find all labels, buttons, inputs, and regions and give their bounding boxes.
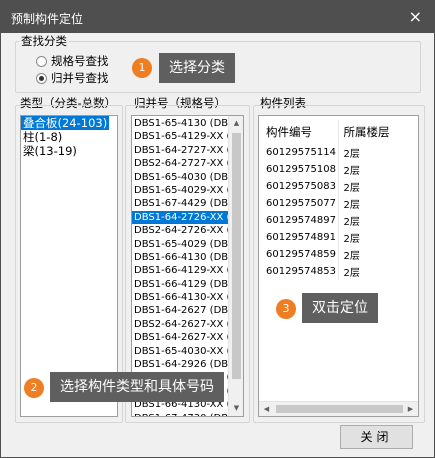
group-list-item[interactable]: DBS1-66-4129 (DBS — [132, 278, 228, 291]
table-row[interactable]: 60129574897 2层 — [261, 212, 408, 229]
radio-circle-icon[interactable] — [36, 55, 47, 67]
window-title: 预制构件定位 — [11, 12, 84, 26]
group-list-item[interactable]: DBS1-65-4030-XX (DB — [132, 345, 228, 358]
scroll-right-icon[interactable]: ▶ — [403, 402, 418, 416]
cell-floor: 2层 — [343, 183, 360, 194]
search-mode-legend: 查找分类 — [21, 34, 67, 48]
group-list-item[interactable]: DBS1-64-2926 (DBS — [132, 358, 228, 371]
table-header-row: 构件编号 所属楼层 — [261, 120, 408, 144]
group-list-item[interactable]: DBS1-67-4429 (DBS — [132, 197, 228, 210]
table-row[interactable]: 60129575114 2层 — [261, 144, 408, 161]
group-list-item[interactable]: DBS1-65-4029-XX (DB — [132, 184, 228, 197]
table-row[interactable]: 60129574859 2层 — [261, 246, 408, 263]
component-table[interactable]: 构件编号 所属楼层 60129575114 2层 60129575108 2层 6012… — [258, 115, 419, 417]
cell-component-id: 60129574897 — [261, 212, 339, 229]
title-bar[interactable]: 预制构件定位 × — [1, 1, 434, 33]
cell-component-id: 60129575083 — [261, 178, 339, 195]
cell-floor: 2层 — [343, 234, 360, 245]
callout-badge-2: 2 — [24, 378, 44, 398]
radio-spec-label: 规格号查找 — [51, 54, 109, 68]
group-list-item[interactable]: DBS1-64-2627 (DBS — [132, 304, 228, 317]
cell-floor: 2层 — [343, 149, 360, 160]
scroll-up-icon[interactable]: ▲ — [229, 116, 243, 131]
callout-badge-1: 1 — [132, 58, 152, 78]
column-header-floor[interactable]: 所属楼层 — [338, 120, 408, 144]
group-list-item[interactable]: DBS1-65-4129-XX (DB — [132, 130, 228, 143]
table-row[interactable]: 60129575083 2层 — [261, 178, 408, 195]
type-list-item[interactable]: 柱(1-8) — [21, 130, 117, 144]
radio-group-search[interactable]: 归并号查找 — [36, 70, 109, 86]
group-list-item[interactable]: DBS1-67-4730 (DBS — [132, 412, 228, 416]
close-icon[interactable]: × — [409, 7, 422, 26]
radio-spec-search[interactable]: 规格号查找 — [36, 53, 109, 69]
positioning-dialog: 预制构件定位 × 查找分类 规格号查找 归并号查找 类型（分类-总数） 归并号（… — [0, 0, 435, 458]
group-list-item[interactable]: DBS1-66-4130 (DBS — [132, 251, 228, 264]
scroll-left-icon[interactable]: ◀ — [259, 402, 274, 416]
group-list-item[interactable]: DBS1-65-4130 (DBS — [132, 117, 228, 130]
group-list-item[interactable]: DBS1-65-4029 (DBS — [132, 238, 228, 251]
cell-component-id: 60129575077 — [261, 195, 339, 212]
group-list-item[interactable]: DBS2-64-2726-XX (DB — [132, 224, 228, 237]
table-row[interactable]: 60129575108 2层 — [261, 161, 408, 178]
radio-checked-icon[interactable] — [36, 72, 47, 84]
cell-floor: 2层 — [343, 251, 360, 262]
cell-component-id: 60129574853 — [261, 263, 339, 280]
cell-floor: 2层 — [343, 200, 360, 211]
type-list-item[interactable]: 叠合板(24-103) — [21, 116, 117, 130]
callout-select-category: 选择分类 — [159, 53, 235, 83]
group-list-item[interactable]: DBS1-66-4130-XX (DB — [132, 291, 228, 304]
cell-floor: 2层 — [343, 217, 360, 228]
callout-badge-3: 3 — [276, 299, 296, 319]
hscroll-thumb[interactable] — [276, 405, 403, 413]
table-row[interactable]: 60129574853 2层 — [261, 263, 408, 280]
cell-component-id: 60129574891 — [261, 229, 339, 246]
component-hscrollbar[interactable]: ◀ ▶ — [259, 401, 418, 416]
cell-component-id: 60129574859 — [261, 246, 339, 263]
type-list-item[interactable]: 梁(13-19) — [21, 144, 117, 158]
cell-component-id: 60129575108 — [261, 161, 339, 178]
cell-component-id: 60129575114 — [261, 144, 339, 161]
cell-floor: 2层 — [343, 268, 360, 279]
group-list-item[interactable]: DBS1-64-2627-XX (DB — [132, 331, 228, 344]
callout-select-type-number: 选择构件类型和具体号码 — [50, 372, 224, 402]
table-row[interactable]: 60129574891 2层 — [261, 229, 408, 246]
scroll-down-icon[interactable]: ▼ — [229, 401, 243, 416]
callout-double-click: 双击定位 — [302, 293, 378, 323]
group-list-item[interactable]: DBS1-65-4030 (DBS — [132, 171, 228, 184]
group-list-item[interactable]: DBS2-64-2627-XX (DB — [132, 318, 228, 331]
component-grid: 构件编号 所属楼层 60129575114 2层 60129575108 2层 6012… — [261, 120, 408, 280]
column-header-id[interactable]: 构件编号 — [261, 120, 339, 144]
group-list-scrollbar[interactable]: ▲ ▼ — [228, 116, 243, 416]
cell-floor: 2层 — [343, 166, 360, 177]
table-row[interactable]: 60129575077 2层 — [261, 195, 408, 212]
group-list-item[interactable]: DBS2-64-2727-XX (DB — [132, 157, 228, 170]
group-list-item[interactable]: DBS1-64-2726-XX (DB — [132, 210, 228, 225]
scroll-thumb[interactable] — [232, 133, 241, 379]
group-list-item[interactable]: DBS1-64-2727-XX (DB — [132, 144, 228, 157]
radio-group-label: 归并号查找 — [51, 71, 109, 85]
group-list-item[interactable]: DBS1-66-4129-XX (DB — [132, 264, 228, 277]
close-button[interactable]: 关闭 — [340, 425, 413, 449]
